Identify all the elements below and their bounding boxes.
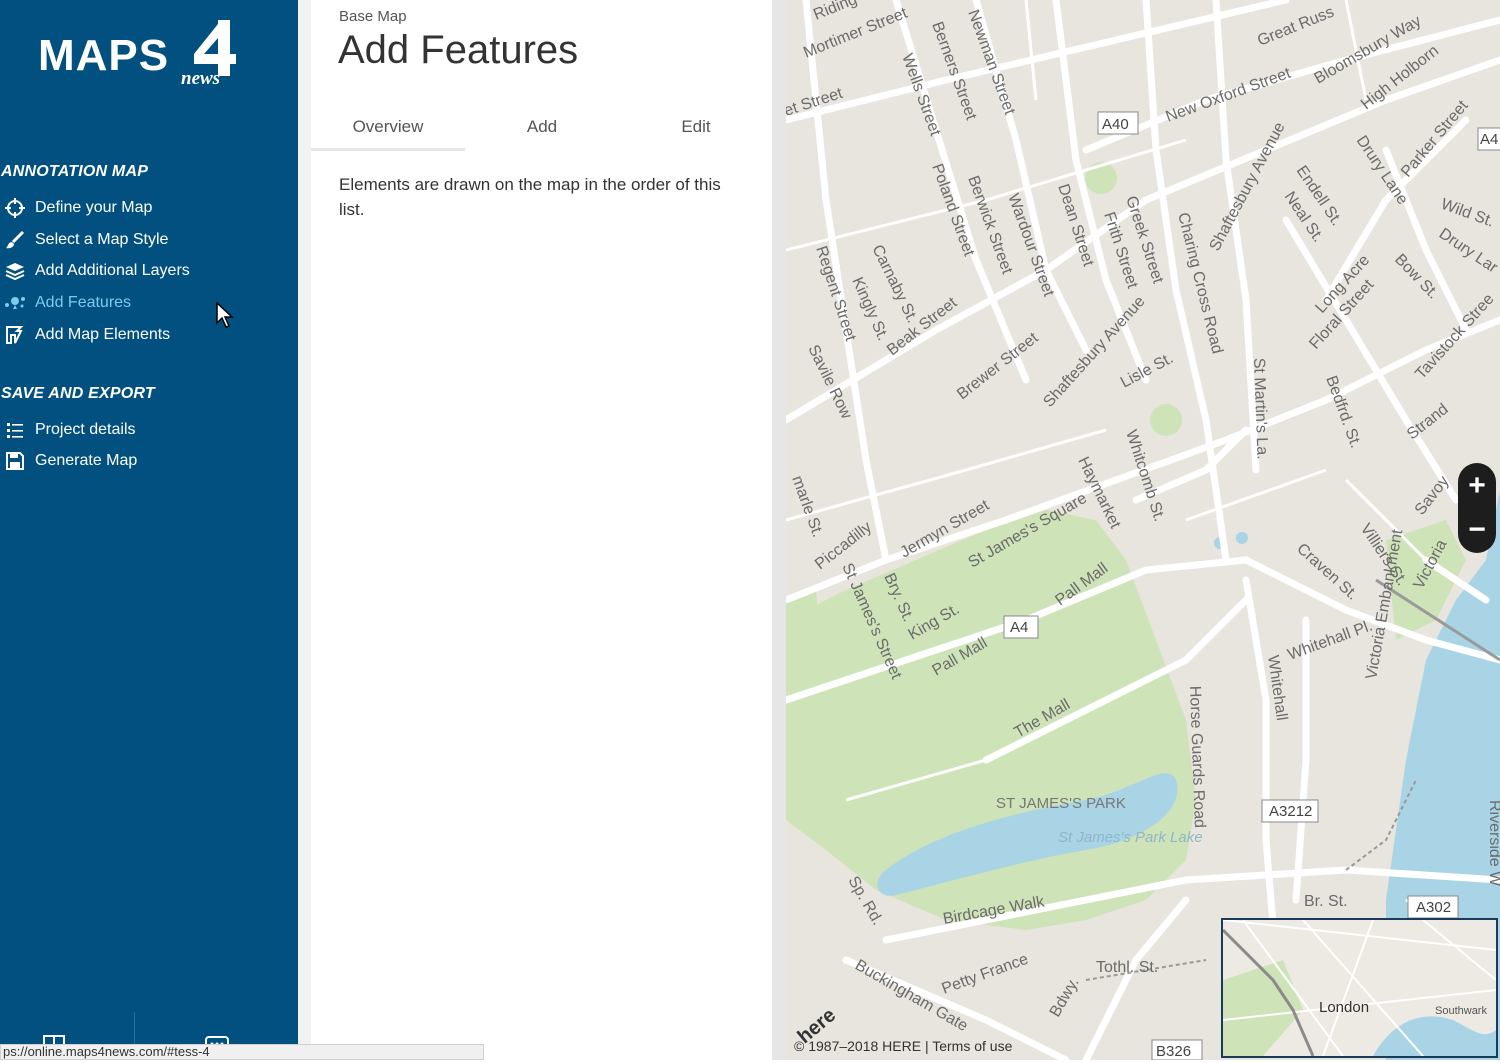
- nav-item-label: Add Additional Layers: [35, 262, 190, 279]
- zoom-in-button[interactable]: +: [1458, 463, 1496, 508]
- minimap-label-london: London: [1319, 999, 1369, 1016]
- minimap-label-southwark: Southwark: [1435, 1005, 1487, 1017]
- map-elements-icon: [4, 324, 26, 346]
- map-label: B326: [1156, 1043, 1191, 1060]
- map-attribution: © 1987–2018 HERE | Terms of use: [794, 1038, 1012, 1054]
- tab-label: Overview: [352, 117, 424, 136]
- nav-item-add-features[interactable]: Add Features: [4, 290, 131, 316]
- map-label: Br. St.: [1304, 893, 1348, 910]
- tab-bar: Overview Add Edit: [311, 104, 773, 151]
- nav-item-label: Generate Map: [35, 452, 138, 469]
- features-icon: [4, 292, 26, 314]
- nav-item-project-details[interactable]: Project details: [4, 417, 136, 443]
- map-label: Riverside W: [1486, 800, 1500, 887]
- nav-item-label: Add Features: [35, 294, 132, 311]
- map-label: St James's Park Lake: [1058, 829, 1203, 846]
- map-label: Buckingham Gate: [852, 957, 971, 1035]
- map-label: Riding: [811, 0, 859, 24]
- nav-item-generate-map[interactable]: Generate Map: [4, 448, 137, 474]
- attribution-text: © 1987–2018 HERE |: [794, 1038, 933, 1054]
- browser-status-url: ps://online.maps4news.com/#tess-4: [0, 1044, 484, 1060]
- breadcrumb[interactable]: Base Map: [339, 8, 407, 25]
- minimap-render: London Southwark: [1223, 920, 1496, 1056]
- tab-label: Add: [526, 117, 558, 136]
- panel-gutter: [298, 0, 311, 1060]
- map-label: Savoy: [1412, 473, 1453, 519]
- map-label: Shaftesbury Avenue: [1207, 120, 1289, 254]
- nav-item-label: Select a Map Style: [35, 231, 169, 248]
- nav-item-label: Add Map Elements: [35, 326, 171, 343]
- map-label: New Oxford Street: [1164, 65, 1294, 126]
- nav-item-add-map-elements[interactable]: Add Map Elements: [4, 322, 170, 348]
- map-label: ST JAMES'S PARK: [996, 795, 1126, 812]
- brush-icon: [4, 229, 26, 251]
- leicester-square-garden: [1150, 404, 1182, 436]
- map-label: A40: [1102, 116, 1129, 133]
- terms-of-use-link[interactable]: Terms of use: [932, 1038, 1012, 1054]
- page-title: Add Features: [338, 28, 579, 72]
- nav-item-add-additional-layers[interactable]: Add Additional Layers: [4, 258, 190, 284]
- map-label: Bdwy.: [1047, 975, 1083, 1020]
- map-label: Parker Street: [1398, 97, 1472, 181]
- tab-label: Edit: [681, 117, 711, 136]
- st-james-square-garden: [990, 570, 1026, 606]
- zoom-out-button[interactable]: −: [1458, 507, 1496, 552]
- list-icon: [4, 419, 26, 441]
- map-label: Brewer Street: [954, 329, 1042, 403]
- section-title-save-and-export: SAVE AND EXPORT: [1, 385, 155, 402]
- features-panel: [298, 0, 772, 1060]
- mouse-cursor-icon: [216, 302, 234, 328]
- tab-edit[interactable]: Edit: [619, 104, 773, 150]
- map-canvas[interactable]: Mortimer Street Riding Berners Street Ne…: [786, 0, 1500, 1060]
- splitter[interactable]: [772, 0, 786, 1060]
- zoom-control: + −: [1458, 463, 1496, 553]
- overview-minimap[interactable]: London Southwark: [1221, 918, 1498, 1058]
- map-label: A4: [1480, 131, 1498, 148]
- nav-item-label: Define your Map: [35, 199, 153, 216]
- map-label: Whitehall Pl.: [1286, 617, 1375, 663]
- map-label: Drury Lar: [1436, 225, 1500, 277]
- maps4news-logo[interactable]: MAPS news: [38, 18, 238, 98]
- map-label: marle St.: [788, 474, 826, 540]
- crosshair-icon: [4, 197, 26, 219]
- info-text: Elements are drawn on the map in the ord…: [339, 175, 721, 219]
- map-render: Mortimer Street Riding Berners Street Ne…: [786, 0, 1500, 1060]
- tab-active-indicator: [311, 148, 465, 151]
- layers-icon: [4, 260, 26, 282]
- logo-subtext: news: [181, 68, 221, 89]
- section-title-annotation-map: ANNOTATION MAP: [1, 163, 149, 180]
- map-label: Craven St.: [1293, 540, 1361, 603]
- map-label: A302: [1416, 899, 1451, 916]
- map-label: A4: [1010, 619, 1028, 636]
- map-label: Petty France: [940, 951, 1031, 998]
- map-label: Great Russ: [1255, 4, 1336, 50]
- tab-overview[interactable]: Overview: [311, 104, 465, 151]
- nav-item-label: Project details: [35, 421, 136, 438]
- sidebar: MAPS news ANNOTATION MAP Define your Map…: [0, 0, 298, 1060]
- nav-item-define-your-map[interactable]: Define your Map: [4, 195, 152, 221]
- map-label: Lisle St.: [1118, 350, 1176, 392]
- logo-text: MAPS: [38, 31, 170, 80]
- map-label: Tothl. St.: [1096, 959, 1158, 976]
- map-label: St Martin's La.: [1250, 358, 1271, 460]
- map-label: Berwick Street: [964, 174, 1015, 277]
- nav-item-select-a-map-style[interactable]: Select a Map Style: [4, 227, 168, 253]
- tab-add[interactable]: Add: [465, 104, 619, 150]
- map-label: Wells Street: [898, 52, 944, 139]
- map-label: A3212: [1269, 803, 1312, 820]
- save-icon: [4, 450, 26, 472]
